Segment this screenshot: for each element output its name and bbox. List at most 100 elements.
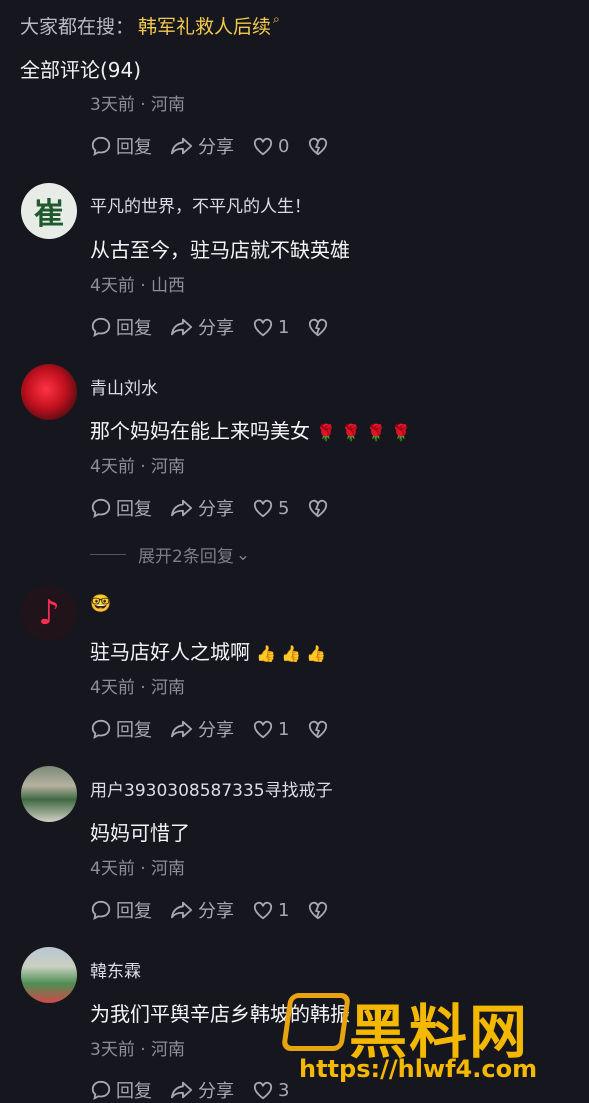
reply-icon xyxy=(91,900,111,920)
like-button[interactable]: 5 xyxy=(252,498,289,519)
reply-label: 回复 xyxy=(116,499,152,520)
chevron-down-icon: ⌄ xyxy=(235,544,251,565)
heart-icon xyxy=(253,1081,273,1100)
share-icon xyxy=(171,720,193,738)
like-button[interactable]: 0 xyxy=(252,136,289,157)
like-button[interactable]: 1 xyxy=(252,317,289,338)
reply-label: 回复 xyxy=(116,1081,152,1102)
like-count: 0 xyxy=(278,135,290,157)
comment-text: 驻马店好人之城啊 xyxy=(90,640,250,664)
comment-content: 从古至今，驻马店就不缺英雄 xyxy=(90,238,350,262)
comment-actions: 回复 分享 3 xyxy=(90,1077,307,1103)
reply-label: 回复 xyxy=(116,901,152,922)
reply-button[interactable]: 回复 xyxy=(90,133,152,159)
share-icon xyxy=(171,1081,193,1099)
share-label: 分享 xyxy=(198,137,234,158)
reply-button[interactable]: 回复 xyxy=(90,1077,152,1103)
comment-username[interactable]: 平凡的世界，不平凡的人生！ xyxy=(90,192,311,217)
reply-icon xyxy=(91,498,111,518)
like-count: 1 xyxy=(278,899,290,921)
broken-heart-icon xyxy=(309,901,328,920)
thumbs-up-emoji: 👍 👍 👍 xyxy=(256,644,327,663)
reply-icon xyxy=(91,136,111,156)
heart-icon xyxy=(253,137,273,156)
share-label: 分享 xyxy=(198,720,234,741)
watermark-logo-icon xyxy=(280,993,352,1051)
music-note-icon: ♪ xyxy=(21,585,77,641)
expand-replies-button[interactable]: 展开2条回复 ⌄ xyxy=(90,542,250,567)
reply-button[interactable]: 回复 xyxy=(90,716,152,742)
reply-button[interactable]: 回复 xyxy=(90,495,152,521)
comment-meta: 4天前 · 河南 xyxy=(90,859,186,879)
share-icon xyxy=(171,318,193,336)
share-icon xyxy=(171,499,193,517)
dislike-button[interactable] xyxy=(307,317,333,337)
expand-replies-label: 展开2条回复 xyxy=(138,547,234,567)
share-button[interactable]: 分享 xyxy=(170,897,234,923)
share-button[interactable]: 分享 xyxy=(170,1077,234,1103)
share-button[interactable]: 分享 xyxy=(170,495,234,521)
share-icon xyxy=(171,901,193,919)
share-label: 分享 xyxy=(198,318,234,339)
watermark: 黑料网 https://hlwf4.com xyxy=(280,985,585,1085)
dislike-button[interactable] xyxy=(307,719,333,739)
avatar[interactable]: 崔 xyxy=(21,183,77,239)
share-label: 分享 xyxy=(198,901,234,922)
reply-button[interactable]: 回复 xyxy=(90,897,152,923)
broken-heart-icon xyxy=(309,318,328,337)
heart-icon xyxy=(253,720,273,739)
avatar[interactable]: ♪ xyxy=(21,585,77,641)
comment-meta: 4天前 · 山西 xyxy=(90,276,186,296)
like-count: 1 xyxy=(278,316,290,338)
broken-heart-icon xyxy=(309,720,328,739)
broken-heart-icon xyxy=(309,499,328,518)
comment-username[interactable]: 用户3930308587335寻找戒子 xyxy=(90,776,333,801)
broken-heart-icon xyxy=(309,137,328,156)
avatar[interactable] xyxy=(21,364,77,420)
divider xyxy=(90,554,126,555)
search-suggestion-label: 大家都在搜： xyxy=(20,15,135,38)
dislike-button[interactable] xyxy=(307,900,333,920)
dislike-button[interactable] xyxy=(307,136,333,156)
reply-label: 回复 xyxy=(116,137,152,158)
reply-icon xyxy=(91,1080,111,1100)
like-button[interactable]: 1 xyxy=(252,900,289,921)
reply-button[interactable]: 回复 xyxy=(90,314,152,340)
comment-actions: 回复 分享 1 xyxy=(90,314,351,340)
comment-content: 那个妈妈在能上来吗美女 🌹 🌹 🌹 🌹 xyxy=(90,415,411,444)
search-suggestion-keyword[interactable]: 韩军礼救人后续 xyxy=(138,12,271,39)
dislike-button[interactable] xyxy=(307,498,333,518)
comment-actions: 回复 分享 5 xyxy=(90,495,351,521)
share-button[interactable]: 分享 xyxy=(170,314,234,340)
comment-meta: 3天前 · 河南 xyxy=(90,95,186,115)
search-icon[interactable]: ⌕ xyxy=(273,12,280,27)
share-button[interactable]: 分享 xyxy=(170,716,234,742)
comment-text: 那个妈妈在能上来吗美女 xyxy=(90,419,310,443)
avatar[interactable] xyxy=(21,947,77,1003)
avatar-text: 崔 xyxy=(34,197,64,232)
share-button[interactable]: 分享 xyxy=(170,133,234,159)
like-count: 5 xyxy=(278,497,290,519)
reply-icon xyxy=(91,719,111,739)
like-button[interactable]: 3 xyxy=(252,1080,289,1101)
comments-count: 全部评论(94) xyxy=(20,58,142,82)
share-label: 分享 xyxy=(198,1081,234,1102)
comment-actions: 回复 分享 1 xyxy=(90,716,351,742)
like-button[interactable]: 1 xyxy=(252,719,289,740)
reply-label: 回复 xyxy=(116,720,152,741)
avatar[interactable] xyxy=(21,766,77,822)
search-suggestion-bar[interactable]: 大家都在搜： 韩军礼救人后续 ⌕ xyxy=(20,10,280,40)
heart-icon xyxy=(253,318,273,337)
comment-meta: 3天前 · 河南 xyxy=(90,1040,186,1060)
comment-username[interactable]: 青山刘水 xyxy=(90,374,158,399)
comment-actions: 回复 分享 0 xyxy=(90,133,351,159)
comment-actions: 回复 分享 1 xyxy=(90,897,351,923)
comment-content: 妈妈可惜了 xyxy=(90,821,190,845)
like-count: 1 xyxy=(278,718,290,740)
comment-meta: 4天前 · 河南 xyxy=(90,457,186,477)
comment-username[interactable]: 韓东霖 xyxy=(90,957,141,982)
comment-username[interactable]: 🤓 xyxy=(90,594,111,614)
reply-label: 回复 xyxy=(116,318,152,339)
heart-icon xyxy=(253,901,273,920)
heart-icon xyxy=(253,499,273,518)
